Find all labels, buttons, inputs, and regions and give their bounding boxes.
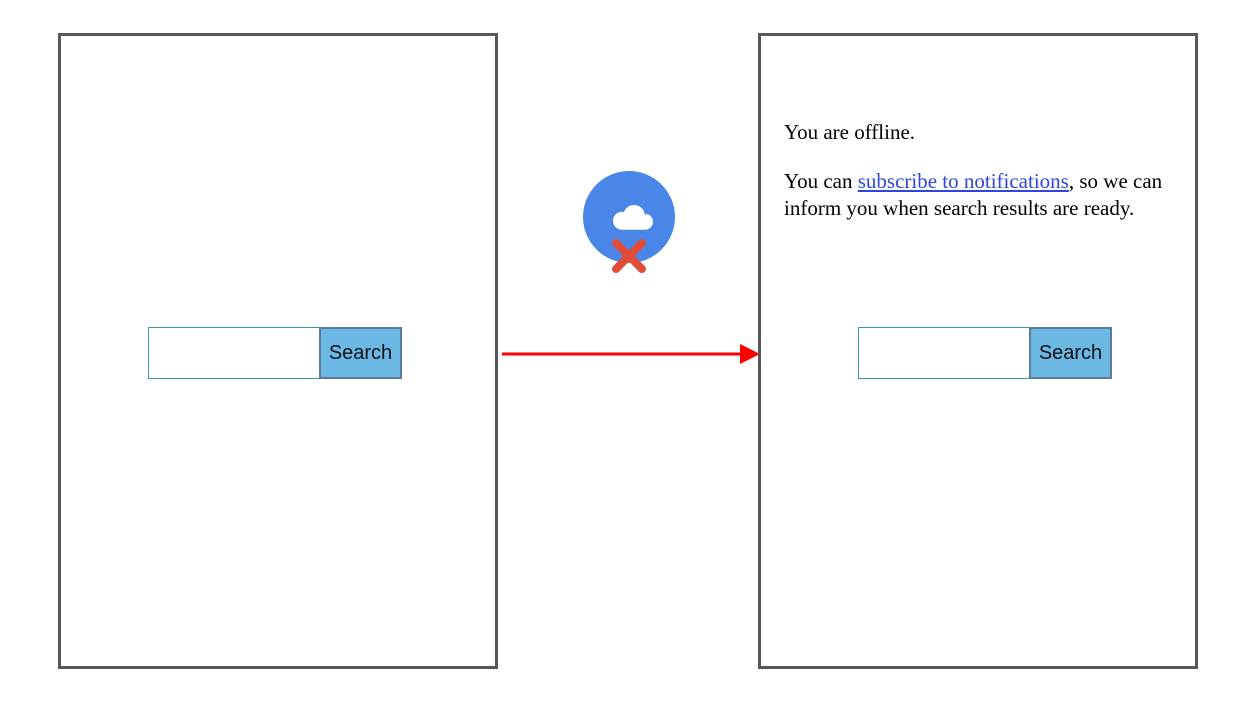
cloud-offline-icon — [583, 171, 675, 263]
search-button[interactable]: Search — [1029, 327, 1112, 379]
x-icon — [610, 237, 648, 275]
search-group: Search — [858, 327, 1112, 379]
subscribe-link[interactable]: subscribe to notifications — [858, 169, 1069, 193]
offline-text-line1: You are offline. — [784, 119, 1178, 146]
search-input[interactable] — [148, 327, 320, 379]
offline-message: You are offline. You can subscribe to no… — [784, 119, 1178, 222]
offline-text-line2-pre: You can — [784, 169, 858, 193]
search-input[interactable] — [858, 327, 1030, 379]
panel-before: Search — [58, 33, 498, 669]
arrow-right-icon — [502, 337, 760, 371]
cloud-icon — [602, 200, 656, 234]
search-button[interactable]: Search — [319, 327, 402, 379]
panel-after: You are offline. You can subscribe to no… — [758, 33, 1198, 669]
search-group: Search — [148, 327, 402, 379]
offline-text-line2: You can subscribe to notifications, so w… — [784, 168, 1178, 222]
